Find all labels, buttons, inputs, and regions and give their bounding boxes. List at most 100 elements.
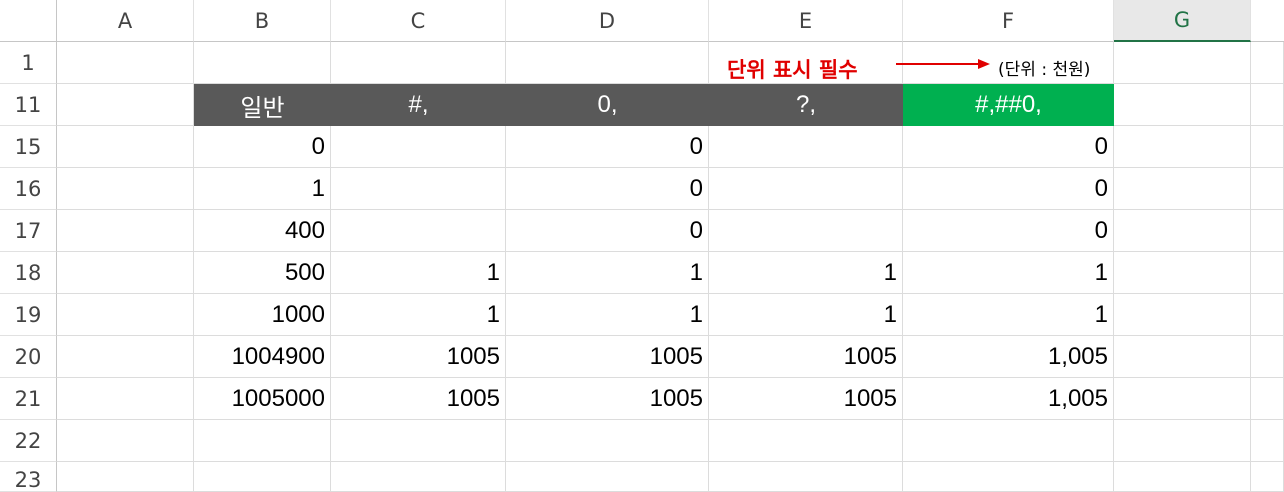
cell-c22[interactable] — [331, 420, 506, 462]
cell-f20[interactable]: 1,005 — [903, 336, 1114, 378]
cell-h19[interactable] — [1251, 294, 1284, 336]
cell-b20[interactable]: 1004900 — [194, 336, 331, 378]
header-cell-b[interactable]: 일반 — [194, 84, 331, 126]
header-cell-e[interactable]: ?, — [709, 84, 903, 126]
cell-c19[interactable]: 1 — [331, 294, 506, 336]
cell-e20[interactable]: 1005 — [709, 336, 903, 378]
cell-a19[interactable] — [57, 294, 194, 336]
cell-b16[interactable]: 1 — [194, 168, 331, 210]
cell-h16[interactable] — [1251, 168, 1284, 210]
cell-c1[interactable] — [331, 42, 506, 84]
row-header-15[interactable]: 15 — [0, 126, 57, 168]
cell-a23[interactable] — [57, 462, 194, 492]
cell-g1[interactable] — [1114, 42, 1251, 84]
cell-h21[interactable] — [1251, 378, 1284, 420]
cell-g20[interactable] — [1114, 336, 1251, 378]
cell-h20[interactable] — [1251, 336, 1284, 378]
cell-a18[interactable] — [57, 252, 194, 294]
row-header-20[interactable]: 20 — [0, 336, 57, 378]
cell-f16[interactable]: 0 — [903, 168, 1114, 210]
cell-d22[interactable] — [506, 420, 709, 462]
cell-d23[interactable] — [506, 462, 709, 492]
column-header-c[interactable]: C — [331, 0, 506, 42]
cell-f23[interactable] — [903, 462, 1114, 492]
header-cell-c[interactable]: #, — [331, 84, 506, 126]
cell-b19[interactable]: 1000 — [194, 294, 331, 336]
cell-f15[interactable]: 0 — [903, 126, 1114, 168]
cell-e21[interactable]: 1005 — [709, 378, 903, 420]
cell-b23[interactable] — [194, 462, 331, 492]
row-header-23[interactable]: 23 — [0, 462, 57, 492]
cell-a20[interactable] — [57, 336, 194, 378]
header-cell-d[interactable]: 0, — [506, 84, 709, 126]
row-header-11[interactable]: 11 — [0, 84, 57, 126]
cell-c15[interactable] — [331, 126, 506, 168]
cell-f22[interactable] — [903, 420, 1114, 462]
cell-d17[interactable]: 0 — [506, 210, 709, 252]
cell-d16[interactable]: 0 — [506, 168, 709, 210]
cell-c20[interactable]: 1005 — [331, 336, 506, 378]
cell-e17[interactable] — [709, 210, 903, 252]
cell-c21[interactable]: 1005 — [331, 378, 506, 420]
column-header-f[interactable]: F — [903, 0, 1114, 42]
column-header-g[interactable]: G — [1114, 0, 1251, 42]
cell-f17[interactable]: 0 — [903, 210, 1114, 252]
cell-d18[interactable]: 1 — [506, 252, 709, 294]
cell-g19[interactable] — [1114, 294, 1251, 336]
cell-e16[interactable] — [709, 168, 903, 210]
cell-b1[interactable] — [194, 42, 331, 84]
cell-g21[interactable] — [1114, 378, 1251, 420]
cell-g22[interactable] — [1114, 420, 1251, 462]
cell-g23[interactable] — [1114, 462, 1251, 492]
cell-b22[interactable] — [194, 420, 331, 462]
cell-h15[interactable] — [1251, 126, 1284, 168]
cell-d21[interactable]: 1005 — [506, 378, 709, 420]
cell-b17[interactable]: 400 — [194, 210, 331, 252]
cell-h22[interactable] — [1251, 420, 1284, 462]
row-header-21[interactable]: 21 — [0, 378, 57, 420]
row-header-18[interactable]: 18 — [0, 252, 57, 294]
row-header-22[interactable]: 22 — [0, 420, 57, 462]
cell-f21[interactable]: 1,005 — [903, 378, 1114, 420]
column-header-a[interactable]: A — [57, 0, 194, 42]
cell-c18[interactable]: 1 — [331, 252, 506, 294]
cell-h11[interactable] — [1251, 84, 1284, 126]
cell-g18[interactable] — [1114, 252, 1251, 294]
row-header-19[interactable]: 19 — [0, 294, 57, 336]
cell-d19[interactable]: 1 — [506, 294, 709, 336]
row-header-17[interactable]: 17 — [0, 210, 57, 252]
cell-h18[interactable] — [1251, 252, 1284, 294]
cell-a15[interactable] — [57, 126, 194, 168]
cell-a21[interactable] — [57, 378, 194, 420]
cell-e19[interactable]: 1 — [709, 294, 903, 336]
cell-c16[interactable] — [331, 168, 506, 210]
row-header-1[interactable]: 1 — [0, 42, 57, 84]
cell-d15[interactable]: 0 — [506, 126, 709, 168]
cell-b21[interactable]: 1005000 — [194, 378, 331, 420]
column-header-b[interactable]: B — [194, 0, 331, 42]
cell-h1[interactable] — [1251, 42, 1284, 84]
cell-e23[interactable] — [709, 462, 903, 492]
column-header-d[interactable]: D — [506, 0, 709, 42]
cell-d20[interactable]: 1005 — [506, 336, 709, 378]
cell-e15[interactable] — [709, 126, 903, 168]
cell-g15[interactable] — [1114, 126, 1251, 168]
select-all-corner[interactable] — [0, 0, 57, 42]
cell-a22[interactable] — [57, 420, 194, 462]
cell-f18[interactable]: 1 — [903, 252, 1114, 294]
cell-b18[interactable]: 500 — [194, 252, 331, 294]
cell-g11[interactable] — [1114, 84, 1251, 126]
cell-b15[interactable]: 0 — [194, 126, 331, 168]
cell-d1[interactable] — [506, 42, 709, 84]
column-header-next[interactable] — [1251, 0, 1284, 42]
header-cell-f[interactable]: #,##0, — [903, 84, 1114, 126]
cell-c23[interactable] — [331, 462, 506, 492]
cell-a11[interactable] — [57, 84, 194, 126]
cell-e22[interactable] — [709, 420, 903, 462]
cell-a17[interactable] — [57, 210, 194, 252]
cell-a16[interactable] — [57, 168, 194, 210]
column-header-e[interactable]: E — [709, 0, 903, 42]
cell-a1[interactable] — [57, 42, 194, 84]
cell-c17[interactable] — [331, 210, 506, 252]
cell-g17[interactable] — [1114, 210, 1251, 252]
